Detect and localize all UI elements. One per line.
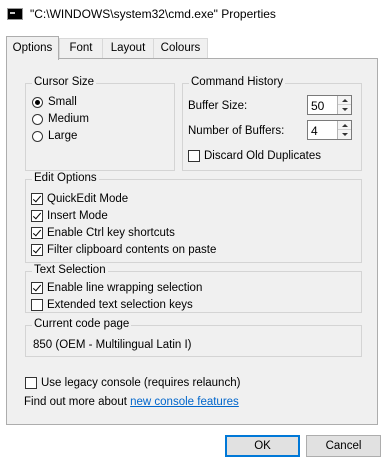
extended-selection-checkbox[interactable]: Extended text selection keys	[31, 297, 193, 313]
filter-clipboard-label: Filter clipboard contents on paste	[47, 244, 217, 256]
insert-mode-checkbox[interactable]: Insert Mode	[31, 208, 108, 224]
buffer-size-value[interactable]: 50	[311, 99, 324, 113]
new-console-features-link[interactable]: new console features	[130, 396, 239, 408]
spin-buttons	[337, 96, 351, 114]
spin-buttons	[337, 121, 351, 139]
arrow-up-icon	[341, 98, 348, 102]
checkbox-icon[interactable]	[25, 377, 37, 389]
arrow-up-icon	[341, 123, 348, 127]
text-selection-legend: Text Selection	[32, 264, 108, 276]
radio-button-icon[interactable]	[32, 113, 43, 125]
discard-duplicates-checkbox[interactable]: Discard Old Duplicates	[188, 148, 321, 164]
num-buffers-value[interactable]: 4	[311, 124, 318, 138]
title-bar: "C:\WINDOWS\system32\cmd.exe" Properties	[0, 0, 385, 30]
cursor-medium-radio[interactable]: Medium	[32, 111, 89, 127]
checkbox-icon[interactable]	[188, 150, 200, 162]
checkbox-checked-icon[interactable]	[31, 193, 43, 205]
arrow-down-icon	[341, 108, 348, 111]
code-page-legend: Current code page	[32, 318, 132, 330]
checkbox-checked-icon[interactable]	[31, 227, 43, 239]
spin-up-button[interactable]	[338, 121, 351, 130]
command-history-legend: Command History	[189, 76, 286, 88]
buffer-size-label: Buffer Size:	[188, 100, 248, 112]
arrow-down-icon	[341, 133, 348, 136]
find-more-text: Find out more about new console features	[24, 394, 239, 410]
quickedit-checkbox[interactable]: QuickEdit Mode	[31, 191, 128, 207]
checkbox-icon[interactable]	[31, 299, 43, 311]
radio-button-icon[interactable]	[32, 96, 43, 108]
window-title: "C:\WINDOWS\system32\cmd.exe" Properties	[30, 7, 276, 21]
quickedit-label: QuickEdit Mode	[47, 193, 129, 205]
ok-button[interactable]: OK	[225, 435, 300, 457]
checkbox-checked-icon[interactable]	[31, 244, 43, 256]
spin-down-button[interactable]	[338, 130, 351, 139]
line-wrapping-label: Enable line wrapping selection	[47, 282, 203, 294]
legacy-console-checkbox[interactable]: Use legacy console (requires relaunch)	[25, 375, 240, 391]
tab-font[interactable]: Font	[59, 38, 103, 58]
tab-colours[interactable]: Colours	[153, 38, 208, 58]
checkbox-checked-icon[interactable]	[31, 282, 43, 294]
find-more-prefix: Find out more about	[24, 396, 131, 408]
console-icon	[7, 8, 23, 20]
num-buffers-label: Number of Buffers:	[188, 125, 285, 137]
line-wrapping-checkbox[interactable]: Enable line wrapping selection	[31, 280, 202, 296]
discard-duplicates-label: Discard Old Duplicates	[204, 150, 321, 162]
edit-options-legend: Edit Options	[32, 172, 99, 184]
spin-up-button[interactable]	[338, 96, 351, 105]
cursor-large-label: Large	[48, 130, 78, 142]
radio-button-icon[interactable]	[32, 130, 43, 142]
checkbox-checked-icon[interactable]	[31, 210, 43, 222]
legacy-console-label: Use legacy console (requires relaunch)	[41, 377, 241, 389]
tab-layout[interactable]: Layout	[102, 38, 154, 58]
cancel-button[interactable]: Cancel	[306, 435, 381, 457]
ctrl-shortcuts-checkbox[interactable]: Enable Ctrl key shortcuts	[31, 225, 175, 241]
insert-mode-label: Insert Mode	[47, 210, 108, 222]
cursor-medium-label: Medium	[48, 113, 89, 125]
options-panel: Cursor Size Small Medium Large Command H…	[6, 58, 378, 425]
cursor-small-radio[interactable]: Small	[32, 94, 77, 110]
filter-clipboard-checkbox[interactable]: Filter clipboard contents on paste	[31, 242, 216, 258]
spin-down-button[interactable]	[338, 105, 351, 114]
code-page-value: 850 (OEM - Multilingual Latin I)	[33, 339, 192, 351]
tab-options[interactable]: Options	[6, 36, 59, 60]
ctrl-shortcuts-label: Enable Ctrl key shortcuts	[47, 227, 175, 239]
cursor-large-radio[interactable]: Large	[32, 128, 77, 144]
cursor-small-label: Small	[48, 96, 77, 108]
cursor-size-legend: Cursor Size	[32, 76, 97, 88]
extended-selection-label: Extended text selection keys	[47, 299, 193, 311]
num-buffers-spinner[interactable]: 4	[307, 120, 352, 140]
buffer-size-spinner[interactable]: 50	[307, 95, 352, 115]
